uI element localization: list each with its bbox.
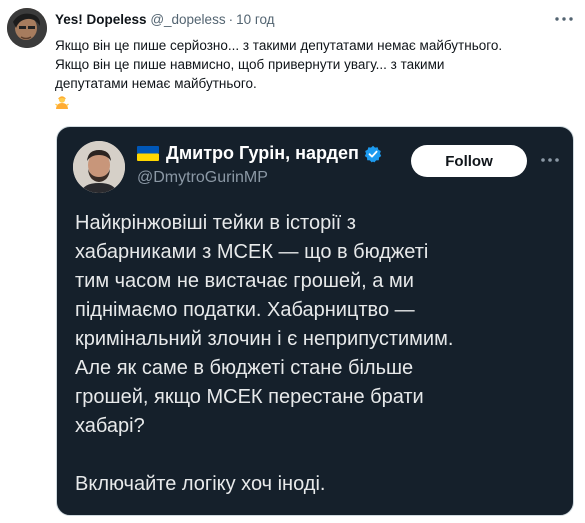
quoted-author-handle: @DmytroGurinMP [137,169,268,186]
quoted-tweet-screenshot[interactable]: Дмитро Гурін, нардеп @DmytroGurinMP Foll… [56,126,574,516]
author-avatar[interactable] [7,8,47,48]
quoted-text-line: піднімаємо податки. Хабарництво — [75,299,415,321]
more-options-icon[interactable] [553,10,575,28]
follow-button: Follow [411,145,527,177]
person-shrugging-emoji-icon [55,95,69,109]
quoted-text-line: грошей, якщо МСЕК перестане брати [75,386,424,408]
quoted-text-line: тим часом не вистачає грошей, а ми [75,270,414,292]
quoted-author-row: Дмитро Гурін, нардеп [137,143,382,164]
quoted-closing-line: Включайте логіку хоч іноді. [75,473,326,495]
tweet-text-line: депутатами немає майбутнього. [55,76,257,91]
verified-badge-icon [364,145,382,163]
quoted-text-line: Найкрінжовіші тейки в історії з [75,212,356,234]
quoted-text-line: кримінальний злочин і є неприпустимим. [75,328,454,350]
quoted-text-line: хабарниками з МСЕК — що в бюджеті [75,241,429,263]
quoted-text-line: хабарі? [75,415,145,437]
tweet: Yes! Dopeless @_dopeless · 10 год Якщо він… [0,0,585,523]
quoted-more-options-icon [539,151,561,169]
separator-dot: · [228,12,234,27]
tweet-text-line: Якщо він це пише серйозно... з такими де… [55,38,503,53]
quoted-tweet-text: Найкрінжовіші тейки в історії з хабарник… [75,209,561,499]
quoted-author-name: Дмитро Гурін, нардеп [166,143,359,163]
tweet-text: Якщо він це пише серйозно... з такими де… [55,36,575,114]
author-name[interactable]: Yes! Dopeless [55,12,147,27]
quoted-author-avatar [73,141,125,193]
tweet-header: Yes! Dopeless @_dopeless · 10 год [55,11,275,28]
quoted-text-line: Але як саме в бюджеті стане більше [75,357,414,379]
author-handle[interactable]: @_dopeless [150,12,225,27]
timestamp[interactable]: 10 год [236,12,274,27]
tweet-text-line: Якщо він це пише навмисно, щоб привернут… [55,57,445,72]
ukraine-flag-icon [137,146,159,161]
